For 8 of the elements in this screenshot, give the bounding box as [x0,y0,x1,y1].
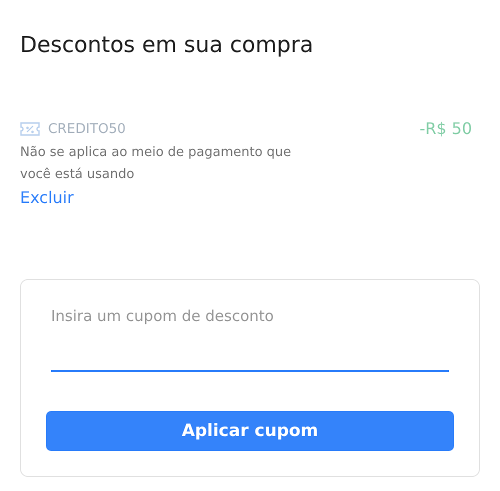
coupon-message: Não se aplica ao meio de pagamento que você está usando [20,144,292,184]
page-title: Descontos em sua compra [20,32,314,60]
coupon-code: CREDITO50 [48,120,126,136]
apply-coupon-button[interactable]: Aplicar cupom [46,411,454,451]
coupon-field[interactable]: Insira um cupom de desconto [51,304,449,372]
ticket-icon [20,122,40,136]
discount-amount: -R$ 50 [419,119,472,138]
coupon-input[interactable]: Insira um cupom de desconto [51,304,449,328]
